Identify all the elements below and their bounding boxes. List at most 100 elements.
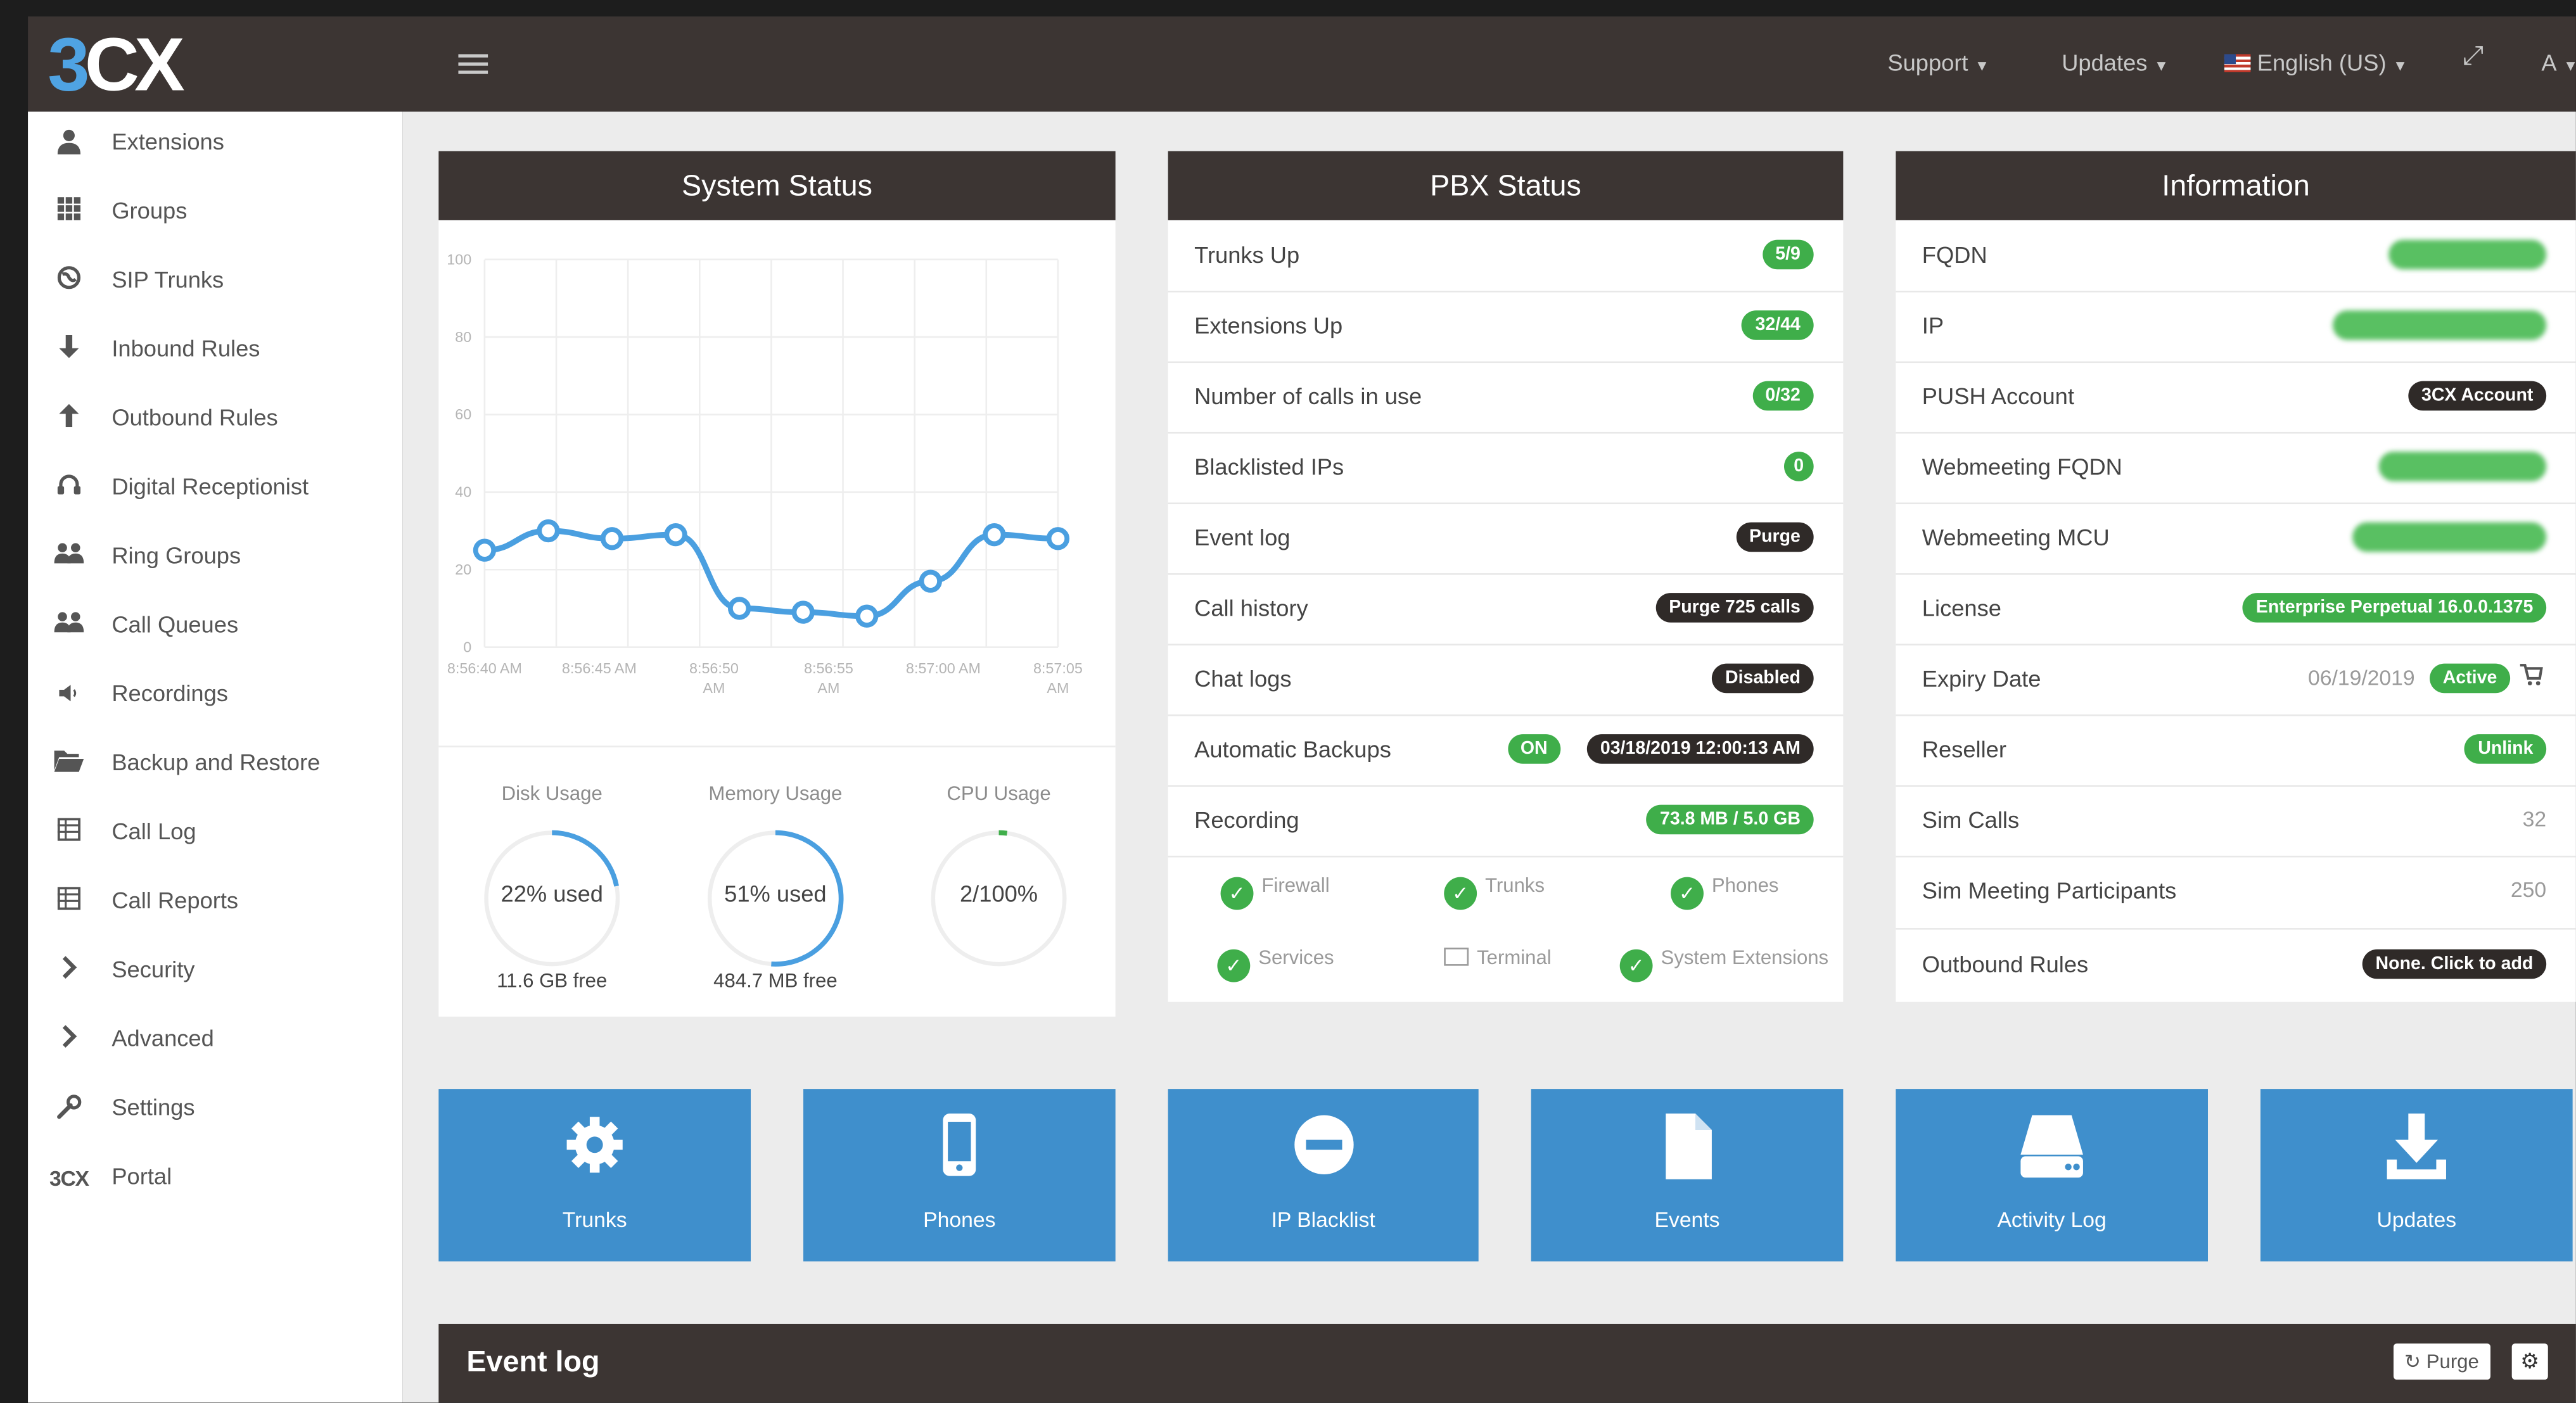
ip-value-redacted: x bbox=[2333, 310, 2547, 340]
sim-calls-value: 32 bbox=[2522, 806, 2547, 832]
pbx-row-blacklisted-ips: Blacklisted IPs 0 bbox=[1168, 432, 1844, 505]
pbx-row-extensions-up: Extensions Up 32/44 bbox=[1168, 291, 1844, 364]
y-tick-label: 60 bbox=[455, 406, 471, 422]
info-row-ip: IP x bbox=[1896, 291, 2576, 364]
data-point[interactable] bbox=[537, 519, 560, 543]
service-system-extensions[interactable]: ✓ System Extensions bbox=[1619, 946, 1828, 982]
info-row-expiry-date: Expiry Date 06/19/2019 Active bbox=[1896, 644, 2576, 716]
chevron-right-icon bbox=[54, 956, 84, 986]
sidebar-item-inbound-rules[interactable]: Inbound Rules bbox=[28, 319, 402, 384]
events-tile[interactable]: Events bbox=[1531, 1089, 1844, 1262]
support-menu[interactable]: Support ▼ bbox=[1887, 49, 1989, 75]
pbx-row-recording: Recording 73.8 MB / 5.0 GB bbox=[1168, 785, 1844, 858]
check-icon: ✓ bbox=[1671, 877, 1704, 910]
sidebar-item-groups[interactable]: Groups bbox=[28, 181, 402, 246]
globe-icon bbox=[54, 266, 84, 296]
sidebar-item-call-reports[interactable]: Call Reports bbox=[28, 870, 402, 936]
fqdn-value-redacted: x bbox=[2388, 239, 2547, 270]
data-point[interactable] bbox=[473, 538, 497, 562]
trunks-tile[interactable]: Trunks bbox=[438, 1089, 751, 1262]
push-account-badge[interactable]: 3CX Account bbox=[2408, 381, 2547, 411]
sidebar-item-call-queues[interactable]: Call Queues bbox=[28, 595, 402, 661]
data-point[interactable] bbox=[1046, 527, 1070, 550]
extensions-up-badge[interactable]: 32/44 bbox=[1742, 310, 1814, 340]
top-bar: 3CX Support▼ Updates▼ English (US)▼ ⤢ A▼ bbox=[28, 16, 2576, 112]
service-services[interactable]: ✓ Services bbox=[1217, 946, 1334, 982]
table-icon bbox=[54, 887, 84, 917]
y-tick-label: 0 bbox=[463, 638, 471, 655]
wrench-icon bbox=[54, 1094, 84, 1124]
data-point[interactable] bbox=[727, 597, 751, 620]
phones-tile[interactable]: Phones bbox=[803, 1089, 1116, 1262]
x-tick-label: 8:56:50 AM bbox=[689, 660, 739, 696]
sidebar-item-digital-receptionist[interactable]: Digital Receptionist bbox=[28, 457, 402, 523]
ip-blacklist-tile[interactable]: IP Blacklist bbox=[1168, 1089, 1479, 1262]
sidebar-item-call-log[interactable]: Call Log bbox=[28, 801, 402, 867]
gear-icon bbox=[438, 1112, 751, 1186]
user-menu[interactable]: A▼ bbox=[2541, 49, 2576, 75]
add-outbound-rule-button[interactable]: None. Click to add bbox=[2362, 949, 2547, 979]
activity-log-tile[interactable]: Activity Log bbox=[1896, 1089, 2208, 1262]
sidebar-item-sip-trunks[interactable]: SIP Trunks bbox=[28, 250, 402, 315]
folder-icon bbox=[54, 749, 84, 778]
cart-icon[interactable] bbox=[2520, 664, 2543, 695]
recording-usage-badge[interactable]: 73.8 MB / 5.0 GB bbox=[1647, 804, 1814, 835]
sidebar-item-security[interactable]: Security bbox=[28, 939, 402, 1005]
sidebar-item-portal[interactable]: 3CX Portal bbox=[28, 1146, 402, 1212]
fullscreen-icon[interactable]: ⤢ bbox=[2463, 42, 2484, 72]
file-icon bbox=[1531, 1112, 1844, 1189]
language-menu[interactable]: English (US) ▼ bbox=[2224, 49, 2407, 75]
pbx-row-event-log: Event log Purge bbox=[1168, 502, 1844, 575]
service-terminal[interactable]: Terminal bbox=[1444, 946, 1552, 969]
calls-in-use-badge[interactable]: 0/32 bbox=[1752, 381, 1814, 411]
info-row-webmeeting-fqdn: Webmeeting FQDN x bbox=[1896, 432, 2576, 505]
pbx-row-trunks-up: Trunks Up 5/9 bbox=[1168, 220, 1844, 293]
purge-call-history-button[interactable]: Purge 725 calls bbox=[1655, 593, 1814, 623]
service-phones[interactable]: ✓ Phones bbox=[1671, 873, 1778, 910]
updates-menu[interactable]: Updates ▼ bbox=[2062, 49, 2169, 75]
service-trunks[interactable]: ✓ Trunks bbox=[1444, 873, 1545, 910]
event-log-settings-icon[interactable]: ⚙ bbox=[2511, 1343, 2548, 1380]
pbx-status-title: PBX Status bbox=[1168, 151, 1844, 220]
last-backup-badge[interactable]: 03/18/2019 12:00:13 AM bbox=[1587, 734, 1814, 764]
sidebar-item-advanced[interactable]: Advanced bbox=[28, 1008, 402, 1074]
sidebar-item-extensions[interactable]: Extensions bbox=[28, 111, 402, 177]
updates-tile[interactable]: Updates bbox=[2260, 1089, 2573, 1262]
reseller-unlink-button[interactable]: Unlink bbox=[2464, 734, 2547, 764]
backups-on-toggle[interactable]: ON bbox=[1507, 734, 1561, 764]
3cx-logo[interactable]: 3CX bbox=[48, 26, 185, 101]
caret-down-icon: ▼ bbox=[2392, 57, 2408, 74]
memory-free-text: 484.7 MB free bbox=[713, 968, 838, 993]
drive-icon bbox=[1896, 1112, 2208, 1189]
sidebar-item-backup-and-restore[interactable]: Backup and Restore bbox=[28, 732, 402, 798]
sidebar: Extensions Groups SIP Trunks Inbound Rul… bbox=[28, 111, 403, 1403]
event-log-purge-button[interactable]: ↻ Purge bbox=[2392, 1343, 2490, 1380]
purge-event-log-button[interactable]: Purge bbox=[1736, 522, 1814, 552]
license-badge[interactable]: Enterprise Perpetual 16.0.0.1375 bbox=[2243, 593, 2547, 623]
data-point[interactable] bbox=[855, 604, 879, 628]
service-firewall[interactable]: ✓ Firewall bbox=[1220, 873, 1330, 910]
blacklisted-ips-badge[interactable]: 0 bbox=[1783, 452, 1814, 481]
cpu-usage-label: CPU Usage bbox=[947, 782, 1051, 805]
data-point[interactable] bbox=[664, 523, 687, 547]
y-tick-label: 80 bbox=[455, 329, 471, 345]
data-point[interactable] bbox=[791, 600, 815, 624]
trunks-up-badge[interactable]: 5/9 bbox=[1762, 239, 1814, 270]
refresh-icon: ↻ bbox=[2404, 1350, 2426, 1373]
sidebar-item-ring-groups[interactable]: Ring Groups bbox=[28, 526, 402, 592]
data-point[interactable] bbox=[919, 569, 942, 593]
sidebar-item-recordings[interactable]: Recordings bbox=[28, 664, 402, 730]
chat-logs-badge[interactable]: Disabled bbox=[1712, 663, 1814, 694]
phone-icon bbox=[803, 1112, 1116, 1189]
expiry-active-badge[interactable]: Active bbox=[2429, 663, 2511, 694]
information-panel: Information FQDN x IP x PUSH Account 3CX… bbox=[1896, 151, 2576, 1002]
x-tick-label: 8:57:00 AM bbox=[906, 660, 981, 676]
table-icon bbox=[54, 818, 84, 848]
pbx-row-call-history: Call history Purge 725 calls bbox=[1168, 573, 1844, 646]
y-tick-label: 100 bbox=[447, 251, 471, 267]
data-point[interactable] bbox=[983, 523, 1006, 547]
menu-toggle-icon[interactable] bbox=[458, 49, 488, 75]
sidebar-item-outbound-rules[interactable]: Outbound Rules bbox=[28, 388, 402, 454]
sidebar-item-settings[interactable]: Settings bbox=[28, 1077, 402, 1143]
data-point[interactable] bbox=[600, 527, 624, 550]
